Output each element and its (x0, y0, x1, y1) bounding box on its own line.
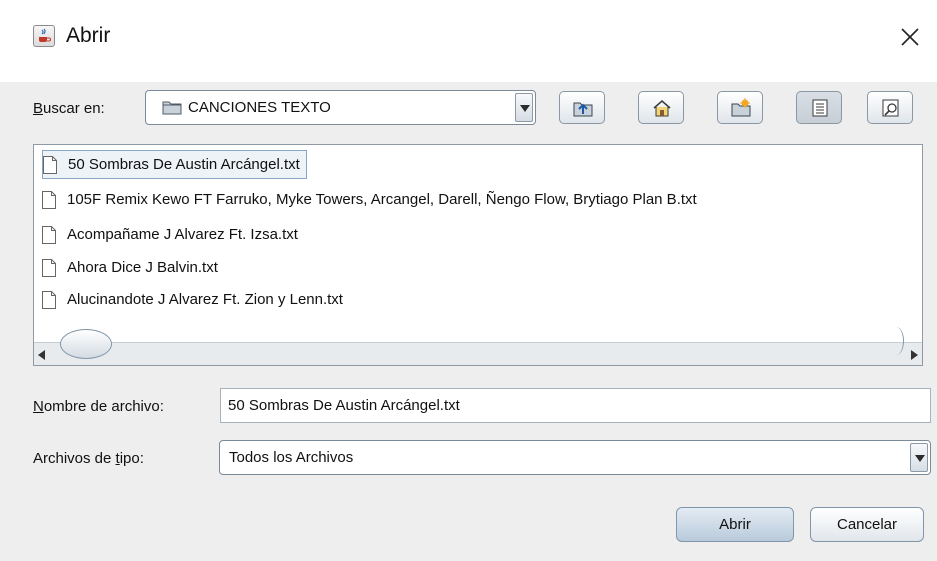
file-item[interactable]: Alucinandote J Alvarez Ft. Zion y Lenn.t… (42, 285, 343, 314)
file-item[interactable]: 50 Sombras De Austin Arcángel.txt (42, 150, 307, 179)
list-view-button[interactable] (796, 91, 842, 124)
file-name: Acompañame J Alvarez Ft. Izsa.txt (67, 226, 298, 243)
file-type-label: Archivos de tipo: (33, 450, 144, 467)
folder-up-icon (573, 102, 593, 117)
chevron-down-icon[interactable] (515, 93, 533, 122)
file-type-value: Todos los Archivos (229, 449, 354, 466)
file-icon (42, 190, 56, 209)
home-icon (653, 100, 671, 117)
close-icon[interactable] (895, 22, 925, 52)
scroll-right-icon[interactable] (911, 350, 918, 360)
file-icon (42, 225, 56, 244)
scroll-thumb[interactable] (60, 329, 112, 359)
up-one-level-button[interactable] (559, 91, 605, 124)
cancel-button[interactable]: Cancelar (810, 507, 924, 542)
list-view-icon (812, 99, 828, 117)
file-icon (43, 155, 57, 174)
title-bar: Abrir (0, 0, 937, 82)
file-name: 105F Remix Kewo FT Farruko, Myke Towers,… (67, 191, 697, 208)
details-view-icon (882, 99, 899, 117)
new-folder-button[interactable] (717, 91, 763, 124)
file-item[interactable]: 105F Remix Kewo FT Farruko, Myke Towers,… (42, 185, 697, 214)
file-name-label: Nombre de archivo: (33, 398, 164, 415)
home-button[interactable] (638, 91, 684, 124)
look-in-value: CANCIONES TEXTO (188, 99, 331, 116)
details-view-button[interactable] (867, 91, 913, 124)
folder-icon (162, 99, 182, 120)
scroll-thumb-end (889, 327, 904, 355)
file-item[interactable]: Acompañame J Alvarez Ft. Izsa.txt (42, 220, 298, 249)
file-type-combo[interactable]: Todos los Archivos (219, 440, 931, 475)
file-icon (42, 258, 56, 277)
scroll-left-icon[interactable] (38, 350, 45, 360)
window-title: Abrir (66, 24, 111, 47)
new-folder-icon (731, 98, 751, 117)
chevron-down-icon[interactable] (910, 443, 928, 472)
file-name-field[interactable]: 50 Sombras De Austin Arcángel.txt (220, 388, 931, 423)
horizontal-scrollbar[interactable] (34, 327, 922, 365)
open-button[interactable]: Abrir (676, 507, 794, 542)
open-file-dialog: Abrir Buscar en: CANCIONES TEXTO 50 Somb… (0, 0, 937, 561)
file-icon (42, 290, 56, 309)
look-in-combo[interactable]: CANCIONES TEXTO (145, 90, 536, 125)
file-item[interactable]: Ahora Dice J Balvin.txt (42, 253, 218, 282)
file-name: 50 Sombras De Austin Arcángel.txt (68, 156, 300, 173)
java-cup-icon (33, 25, 55, 47)
file-name: Alucinandote J Alvarez Ft. Zion y Lenn.t… (67, 291, 343, 308)
file-name: Ahora Dice J Balvin.txt (67, 259, 218, 276)
look-in-label: Buscar en: (33, 100, 105, 117)
file-list[interactable]: 50 Sombras De Austin Arcángel.txt 105F R… (33, 144, 923, 366)
